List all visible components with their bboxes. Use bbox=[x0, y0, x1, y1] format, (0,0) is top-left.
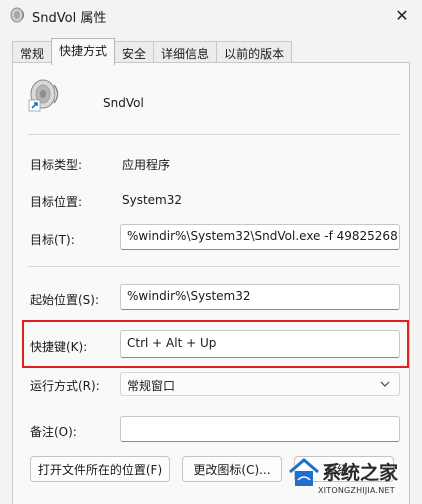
start-in-label: 起始位置(S): bbox=[30, 293, 100, 307]
open-file-location-button[interactable]: 打开文件所在的位置(F) bbox=[30, 456, 170, 482]
app-name: SndVol bbox=[103, 96, 144, 110]
speaker-icon bbox=[10, 7, 25, 23]
hotkey-label: 快捷键(K): bbox=[30, 340, 88, 354]
watermark-text: 系统之家 bbox=[322, 462, 399, 484]
target-type-value: 应用程序 bbox=[122, 158, 171, 172]
comment-label: 备注(O): bbox=[30, 425, 77, 439]
house-logo-icon bbox=[289, 458, 319, 486]
target-type-label: 目标类型: bbox=[30, 158, 83, 172]
target-location-label: 目标位置: bbox=[30, 195, 83, 209]
target-label: 目标(T): bbox=[30, 233, 75, 247]
change-icon-button[interactable]: 更改图标(C)... bbox=[182, 456, 282, 482]
target-input[interactable]: %windir%\System32\SndVol.exe -f 49825268 bbox=[120, 224, 400, 250]
close-icon: ✕ bbox=[395, 5, 409, 25]
target-location-value: System32 bbox=[122, 193, 183, 207]
divider bbox=[28, 266, 400, 267]
chevron-down-icon bbox=[380, 381, 390, 387]
run-label: 运行方式(R): bbox=[30, 379, 100, 393]
title-bar: SndVol 属性 ✕ bbox=[0, 0, 422, 30]
watermark: 系统之家 XITONGZHIJIA.NET bbox=[286, 452, 422, 504]
window-title: SndVol 属性 bbox=[32, 11, 107, 26]
tab-bar: 常规 快捷方式 安全 详细信息 以前的版本 bbox=[12, 38, 293, 65]
run-dropdown[interactable]: 常规窗口 bbox=[120, 372, 400, 396]
watermark-url: XITONGZHIJIA.NET bbox=[318, 486, 395, 495]
run-dropdown-value: 常规窗口 bbox=[127, 379, 176, 393]
hotkey-input[interactable]: Ctrl + Alt + Up bbox=[120, 330, 400, 358]
tab-shortcut[interactable]: 快捷方式 bbox=[51, 38, 116, 65]
divider bbox=[28, 134, 400, 135]
comment-input[interactable] bbox=[120, 416, 400, 442]
close-button[interactable]: ✕ bbox=[382, 0, 422, 30]
start-in-input[interactable]: %windir%\System32 bbox=[120, 284, 400, 310]
speaker-shortcut-icon bbox=[28, 79, 59, 112]
